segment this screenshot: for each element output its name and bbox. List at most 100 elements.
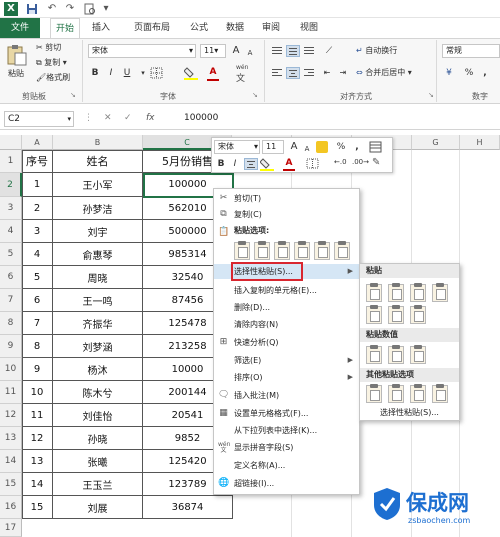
enter-entry-icon[interactable]: ✓: [124, 113, 132, 123]
row-header[interactable]: 9: [0, 335, 22, 358]
align-bottom-icon[interactable]: [302, 45, 316, 57]
row-header[interactable]: 5: [0, 243, 22, 266]
font-color-button[interactable]: A: [206, 65, 220, 79]
row-header[interactable]: 12: [0, 404, 22, 427]
paste-values-icon[interactable]: [254, 241, 270, 260]
paste-values-number-format-icon[interactable]: [388, 345, 404, 364]
percent-format-button[interactable]: %: [462, 66, 476, 80]
mini-fill-color-icon[interactable]: [259, 157, 274, 171]
cell-name[interactable]: 杨沐: [53, 358, 143, 381]
font-launcher-icon[interactable]: ↘: [252, 91, 258, 99]
row-header[interactable]: 15: [0, 473, 22, 496]
paste-link-icon[interactable]: [388, 384, 404, 403]
paste-keep-source-format-icon[interactable]: [432, 283, 448, 302]
cell-name[interactable]: 刘梦涵: [53, 335, 143, 358]
paste-keep-width-icon[interactable]: [388, 305, 404, 324]
number-format-combo[interactable]: 常规: [442, 44, 500, 58]
mini-align-center-icon[interactable]: [244, 158, 258, 170]
menu-item-phonetic[interactable]: wén 文显示拼音字段(S): [214, 440, 359, 455]
menu-item-insert-copied[interactable]: 插入复制的单元格(E)...: [214, 283, 359, 298]
paste-transpose-icon[interactable]: [410, 305, 426, 324]
row-header[interactable]: 1: [0, 150, 22, 173]
name-box[interactable]: C2 ▾: [4, 111, 74, 127]
format-painter-button[interactable]: 🖌格式刷: [36, 72, 70, 83]
cell-index[interactable]: 8: [22, 335, 53, 358]
menu-item-format-cells[interactable]: ▦ 设置单元格格式(F)...: [214, 406, 359, 421]
menu-item-clear[interactable]: 清除内容(N): [214, 317, 359, 332]
paste-no-borders-icon[interactable]: [366, 305, 382, 324]
column-header-h[interactable]: H: [460, 135, 500, 150]
cell-name[interactable]: 齐振华: [53, 312, 143, 335]
paste-button[interactable]: 粘贴: [8, 68, 24, 79]
mini-italic-button[interactable]: I: [228, 157, 242, 171]
tab-home[interactable]: 开始: [50, 18, 80, 38]
grow-font-button[interactable]: A: [229, 44, 243, 58]
menu-item-define-name[interactable]: 定义名称(A)...: [214, 458, 359, 473]
column-header-b[interactable]: B: [53, 135, 143, 150]
cell-index[interactable]: 4: [22, 243, 53, 266]
paste-option-icon[interactable]: [234, 241, 250, 260]
cell-sales[interactable]: 36874: [143, 496, 233, 519]
paste-values-source-format-icon[interactable]: [410, 345, 426, 364]
insert-function-button[interactable]: fx: [146, 113, 155, 123]
alignment-launcher-icon[interactable]: ↘: [428, 91, 434, 99]
print-preview-icon[interactable]: [84, 3, 96, 15]
cell-name[interactable]: 王一鸣: [53, 289, 143, 312]
row-header[interactable]: 16: [0, 496, 22, 519]
mini-percent-button[interactable]: %: [334, 140, 348, 154]
cell-index[interactable]: 14: [22, 473, 53, 496]
tab-page-layout[interactable]: 页面布局: [128, 18, 176, 38]
orientation-icon[interactable]: ⟋: [322, 44, 336, 58]
undo-icon[interactable]: ↶: [46, 3, 58, 15]
header-cell[interactable]: 序号: [22, 150, 53, 173]
mini-bold-button[interactable]: B: [214, 157, 228, 171]
row-header[interactable]: 14: [0, 450, 22, 473]
row-header[interactable]: 7: [0, 289, 22, 312]
cell-name[interactable]: 孙晓: [53, 427, 143, 450]
mini-comma-button[interactable]: ,: [350, 140, 364, 154]
cell-name[interactable]: 周晓: [53, 266, 143, 289]
column-header-a[interactable]: A: [22, 135, 53, 150]
row-header[interactable]: 17: [0, 519, 22, 537]
cell-index[interactable]: 3: [22, 220, 53, 243]
underline-button[interactable]: U: [120, 66, 134, 80]
copy-button[interactable]: ⧉ 复制 ▾: [36, 57, 67, 68]
redo-icon[interactable]: ↷: [64, 3, 76, 15]
menu-item-cut[interactable]: ✂ 剪切(T): [214, 191, 359, 206]
paste-formatting-icon[interactable]: [366, 384, 382, 403]
cell-index[interactable]: 13: [22, 450, 53, 473]
row-header[interactable]: 13: [0, 427, 22, 450]
row-header[interactable]: 8: [0, 312, 22, 335]
header-cell[interactable]: 姓名: [53, 150, 143, 173]
font-name-combo[interactable]: 宋体 ▾: [88, 44, 196, 58]
tab-view[interactable]: 视图: [294, 18, 324, 38]
row-header[interactable]: 10: [0, 358, 22, 381]
align-right-icon[interactable]: [302, 67, 316, 79]
menu-item-quick-analysis[interactable]: ⊞ 快速分析(Q): [214, 335, 359, 350]
mini-currency-icon[interactable]: [316, 141, 328, 153]
paste-icon[interactable]: [366, 283, 382, 302]
paste-formatting-icon[interactable]: [314, 241, 330, 260]
menu-item-sort[interactable]: 排序(O) ▶: [214, 370, 359, 385]
mini-eraser-icon[interactable]: ✎: [372, 157, 380, 168]
cell-name[interactable]: 刘展: [53, 496, 143, 519]
row-header[interactable]: 4: [0, 220, 22, 243]
cell-name[interactable]: 孙梦洁: [53, 197, 143, 220]
cell-name[interactable]: 刘宇: [53, 220, 143, 243]
increase-indent-icon[interactable]: ⇥: [336, 66, 350, 80]
cell-name[interactable]: 王小军: [53, 173, 143, 197]
tab-review[interactable]: 审阅: [256, 18, 286, 38]
column-header-g[interactable]: G: [412, 135, 460, 150]
menu-item-delete[interactable]: 删除(D)...: [214, 300, 359, 315]
cell-index[interactable]: 10: [22, 381, 53, 404]
italic-button[interactable]: I: [104, 66, 118, 80]
cell-name[interactable]: 王玉兰: [53, 473, 143, 496]
merge-center-button[interactable]: ⇔ 合并后居中 ▾: [356, 67, 412, 78]
menu-item-hyperlink[interactable]: 🌐 超链接(I)...: [214, 476, 359, 491]
cell-index[interactable]: 7: [22, 312, 53, 335]
tab-data[interactable]: 数据: [220, 18, 250, 38]
cell-index[interactable]: 1: [22, 173, 53, 197]
paste-formulas-number-format-icon[interactable]: [410, 283, 426, 302]
mini-borders-icon[interactable]: [306, 158, 319, 169]
paste-icon[interactable]: [6, 44, 28, 66]
